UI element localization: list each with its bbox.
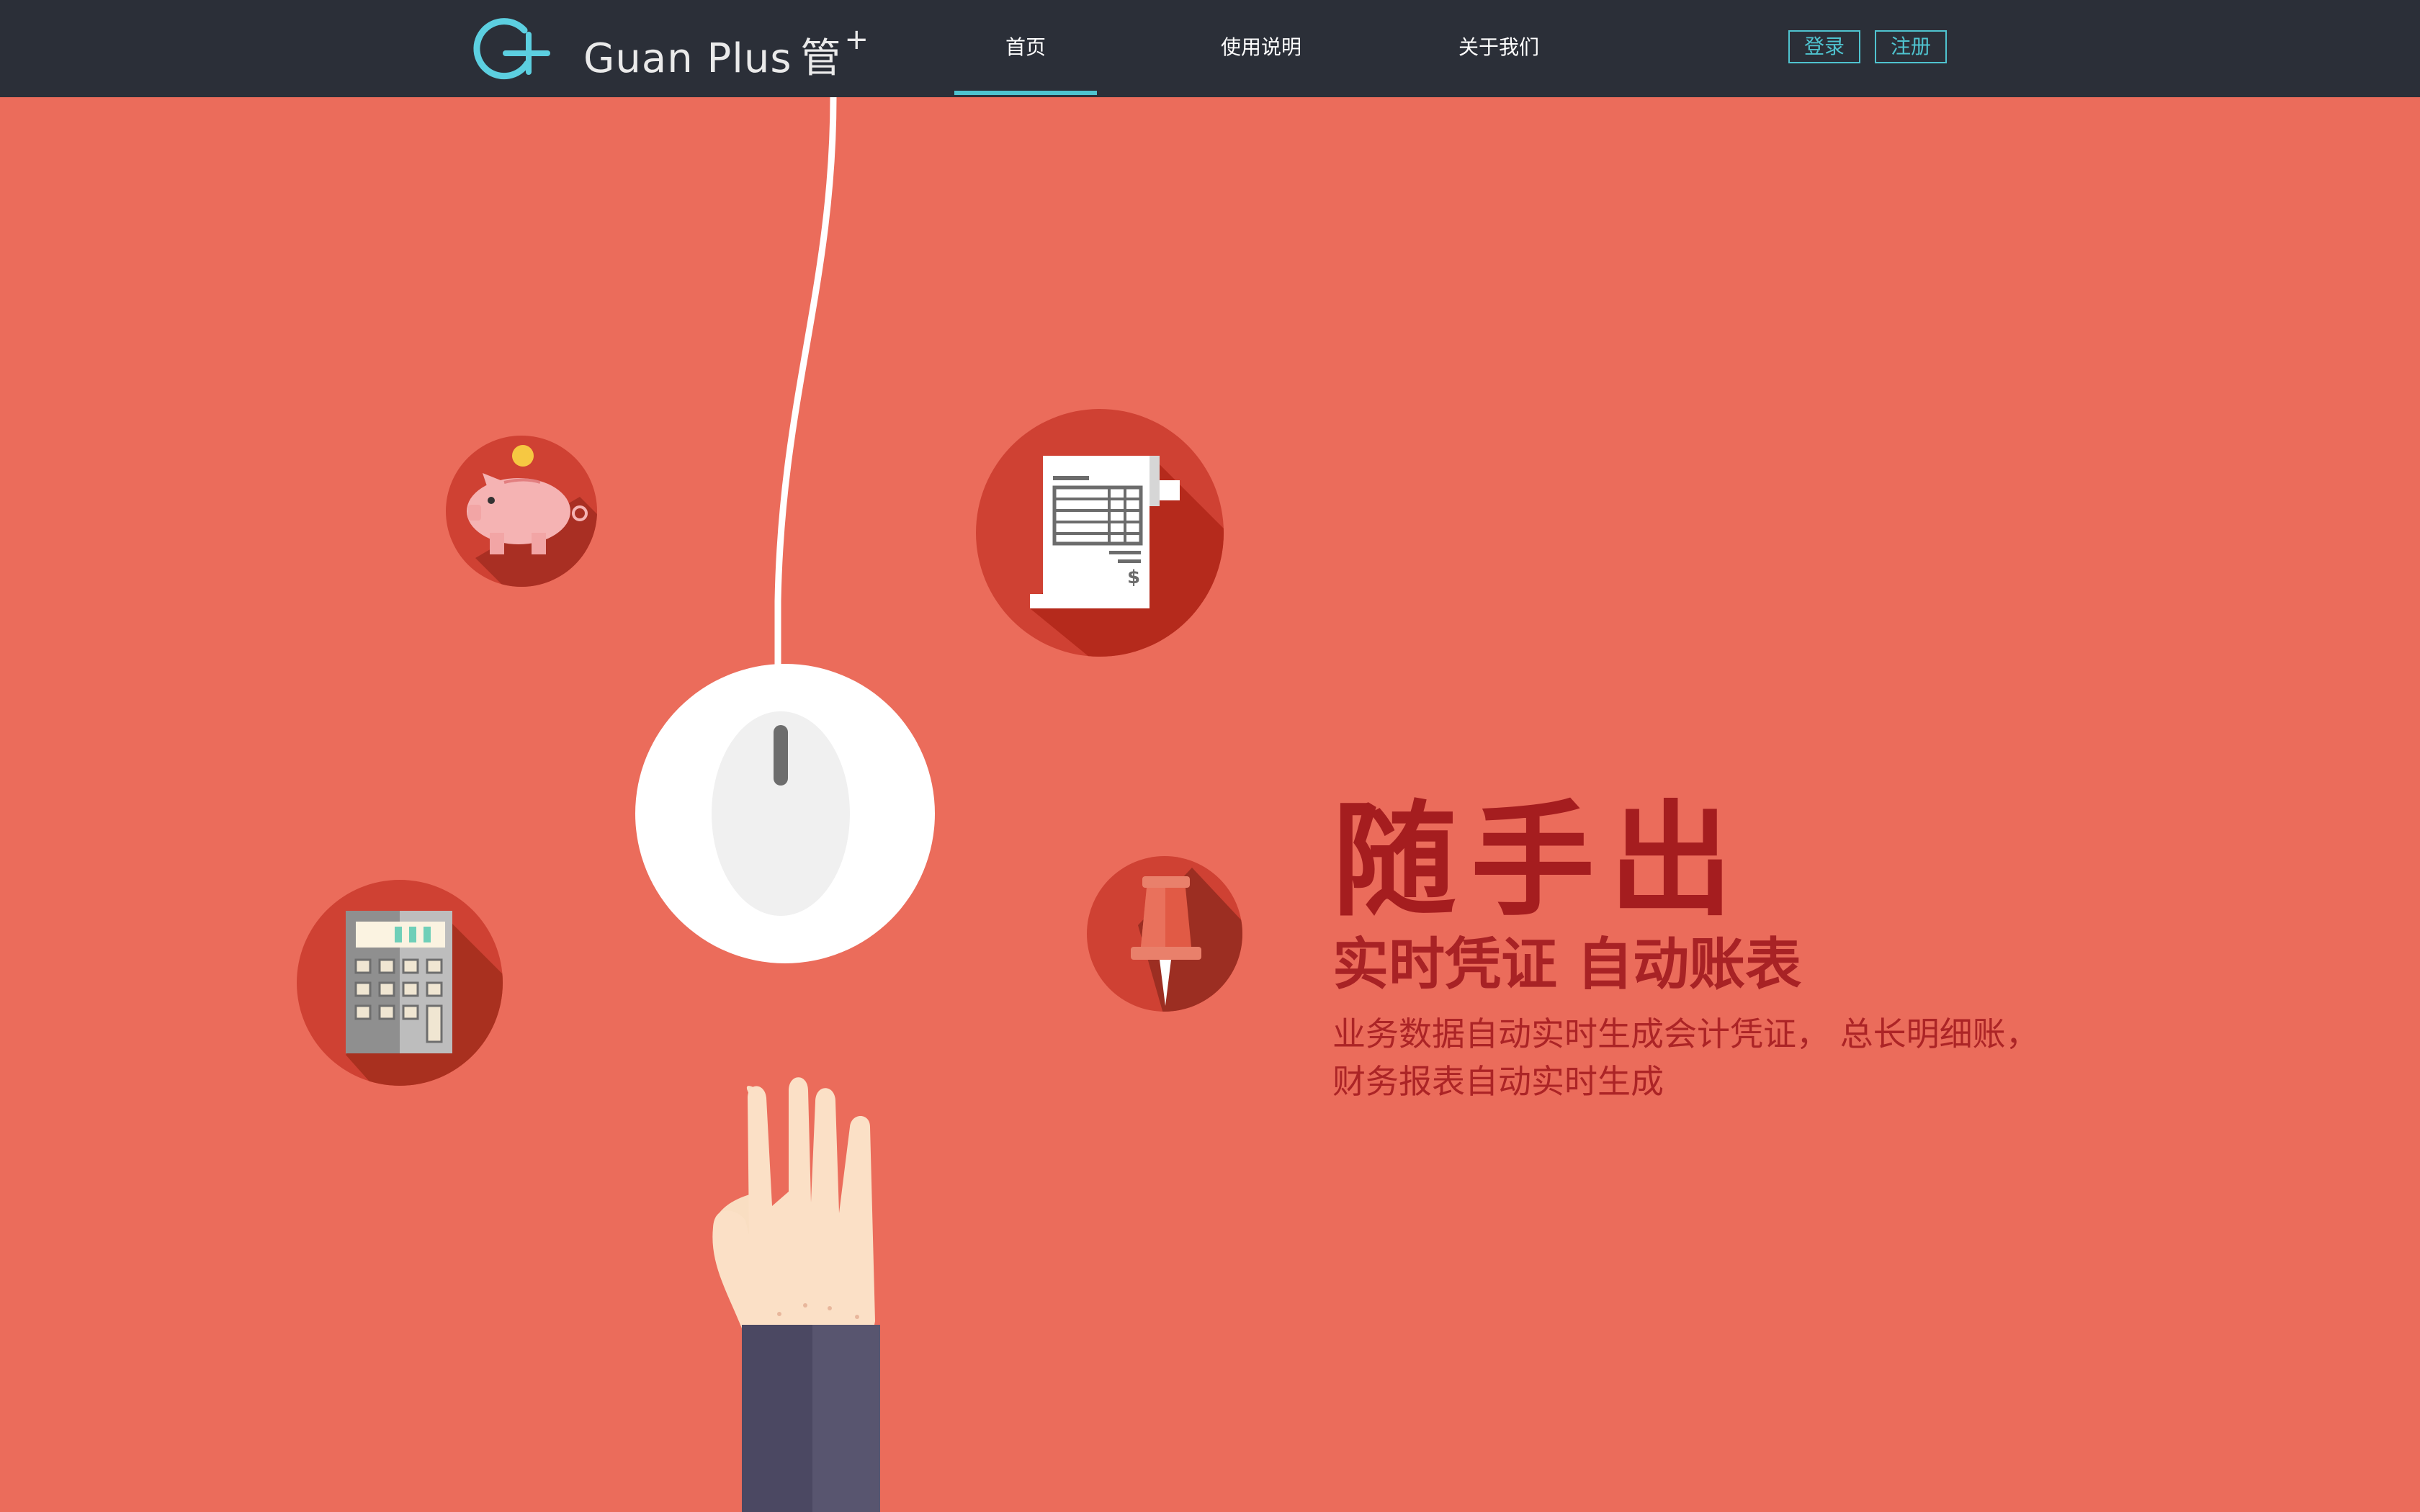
calculator-icon: [297, 880, 503, 1086]
logo-g-plus-icon: [473, 18, 550, 80]
hero-description-line-1: 业务数据自动实时生成会计凭证， 总长明细账，: [1332, 1014, 2039, 1053]
receipt-icon: $: [976, 409, 1224, 657]
brand-cn: 管: [800, 35, 842, 82]
hero-headline: 随手出: [1332, 788, 1747, 933]
login-button[interactable]: 登录: [1788, 30, 1860, 63]
hero-description: 业务数据自动实时生成会计凭证， 总长明细账， 财务报表自动实时生成: [1332, 1010, 2125, 1105]
register-button[interactable]: 注册: [1875, 30, 1947, 63]
piggy-bank-icon: [446, 436, 597, 587]
tab-home[interactable]: 首页: [954, 0, 1097, 95]
brand-logo[interactable]: Guan Plus 管 +: [468, 13, 869, 85]
tab-instructions[interactable]: 使用说明: [1190, 0, 1332, 91]
pushpin-icon: [1087, 856, 1242, 1012]
brand-name: Guan Plus 管 +: [583, 23, 870, 84]
hand-icon: [712, 1077, 880, 1512]
svg-text:$: $: [1127, 567, 1140, 588]
hero-description-line-2: 财务报表自动实时生成: [1332, 1062, 1664, 1101]
hero-subheadline: 实时凭证 自动账表: [1332, 932, 1802, 997]
top-navbar: Guan Plus 管 + 首页 使用说明 关于我们 登录 注册: [0, 0, 2420, 97]
hero-illustration: $: [297, 97, 1242, 1512]
hero-section: $ 随手出 实时凭证 自动账表 业务数据自动实时生成会计凭证， 总长明细账， 财…: [0, 97, 2420, 1512]
brand-latin: Guan Plus: [583, 35, 792, 82]
tab-about-us[interactable]: 关于我们: [1428, 0, 1570, 91]
mouse-cable: [774, 97, 837, 670]
mouse-icon: [635, 664, 935, 963]
brand-plus: +: [844, 23, 870, 56]
